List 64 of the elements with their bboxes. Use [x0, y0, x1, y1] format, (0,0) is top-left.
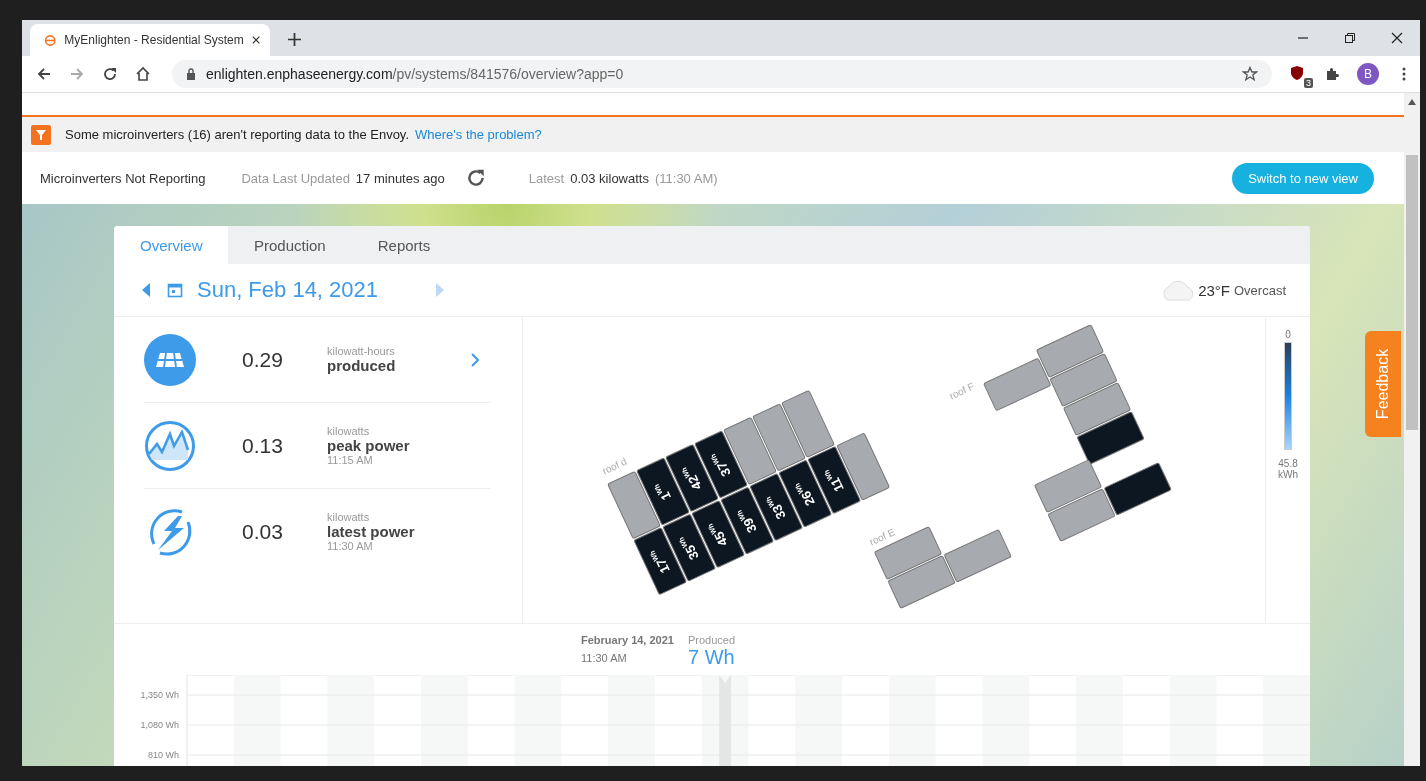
previous-day-icon[interactable] — [142, 283, 150, 297]
date-text: Sun, Feb 14, 2021 — [197, 277, 379, 303]
y-axis-label: 1,080 Wh — [140, 720, 179, 730]
alert-message: Some microinverters (16) aren't reporting data to the Envoy. — [65, 127, 409, 142]
nav-tab[interactable]: Reports — [351, 226, 457, 264]
stat-value: 0.13 — [242, 433, 284, 458]
extension-badge: 3 — [1304, 78, 1313, 88]
roof-label: roof d — [600, 455, 629, 477]
stat-unit: kilowatts — [327, 425, 371, 437]
nav-tab[interactable]: Production — [228, 226, 352, 264]
y-axis-label: 1,350 Wh — [140, 690, 179, 700]
close-icon[interactable] — [1391, 32, 1403, 44]
problem-link[interactable]: Where's the problem? — [415, 127, 542, 142]
peak-chart-icon — [144, 419, 196, 472]
tooltip-time: 11:30 AM — [581, 652, 628, 664]
roof-label: roof E — [867, 526, 897, 548]
legend-bottom-label: 45.8 — [1278, 458, 1298, 469]
status-text: Microinverters Not Reporting — [40, 170, 206, 186]
tab-title: MyEnlighten - Residential System — [64, 33, 244, 47]
tooltip-label: Produced — [687, 634, 736, 646]
latest-label: Latest — [528, 170, 565, 186]
stat-value: 0.29 — [242, 347, 284, 372]
stat-label: latest power — [327, 523, 416, 540]
stat-unit: kilowatt-hours — [327, 345, 396, 357]
scrollbar[interactable] — [1404, 93, 1420, 766]
solar-panel-icon — [144, 333, 196, 386]
stat-unit: kilowatts — [327, 511, 371, 523]
calendar-icon[interactable] — [167, 282, 183, 298]
chevron-icon[interactable] — [471, 352, 479, 367]
latest-time: (11:30 AM) — [654, 170, 718, 186]
back-icon[interactable] — [36, 66, 52, 82]
reload-icon[interactable] — [102, 66, 118, 82]
stat-time: 11:30 AM — [327, 540, 374, 552]
stat-label: peak power — [327, 437, 411, 454]
stat-time: 11:15 AM — [327, 454, 374, 466]
legend-unit: kWh — [1278, 469, 1298, 480]
profile-avatar[interactable]: B — [1357, 63, 1379, 85]
stat-value: 0.03 — [242, 519, 284, 544]
browser-tab[interactable]: MyEnlighten - Residential System — [30, 24, 270, 56]
updated-value: 17 minutes ago — [355, 170, 445, 186]
temperature: 23°F — [1198, 281, 1230, 299]
roof-label: roof F — [947, 380, 976, 402]
weather-condition: Overcast — [1234, 282, 1286, 298]
restore-icon[interactable] — [1344, 32, 1356, 44]
star-icon[interactable] — [1242, 66, 1258, 82]
address-bar[interactable]: enlighten.enphaseenergy.com/pv/systems/841576/overview?app=0 — [172, 60, 1272, 88]
y-axis-label: 810 Wh — [147, 750, 179, 760]
updated-label: Data Last Updated — [241, 170, 350, 186]
latest-value: 0.03 kilowatts — [570, 170, 649, 186]
close-tab-icon[interactable] — [251, 35, 260, 45]
legend-top-label: 0 — [1285, 329, 1291, 340]
url-text: enlighten.enphaseenergy.com/pv/systems/841576/overview?app=0 — [206, 66, 624, 82]
site-logo-icon — [44, 32, 57, 48]
tooltip-date: February 14, 2021 — [581, 634, 674, 646]
stat-label: produced — [327, 357, 397, 374]
home-icon[interactable] — [135, 66, 151, 82]
puzzle-icon[interactable] — [1324, 66, 1340, 82]
nav-tab[interactable]: Overview — [114, 226, 228, 264]
tooltip-value: 7 Wh — [687, 646, 736, 669]
scrollbar-thumb[interactable] — [1406, 155, 1418, 430]
new-tab-icon[interactable] — [288, 33, 301, 46]
lock-icon — [186, 68, 196, 80]
shield-icon[interactable] — [1289, 65, 1305, 81]
scroll-up-icon[interactable] — [1408, 99, 1416, 105]
